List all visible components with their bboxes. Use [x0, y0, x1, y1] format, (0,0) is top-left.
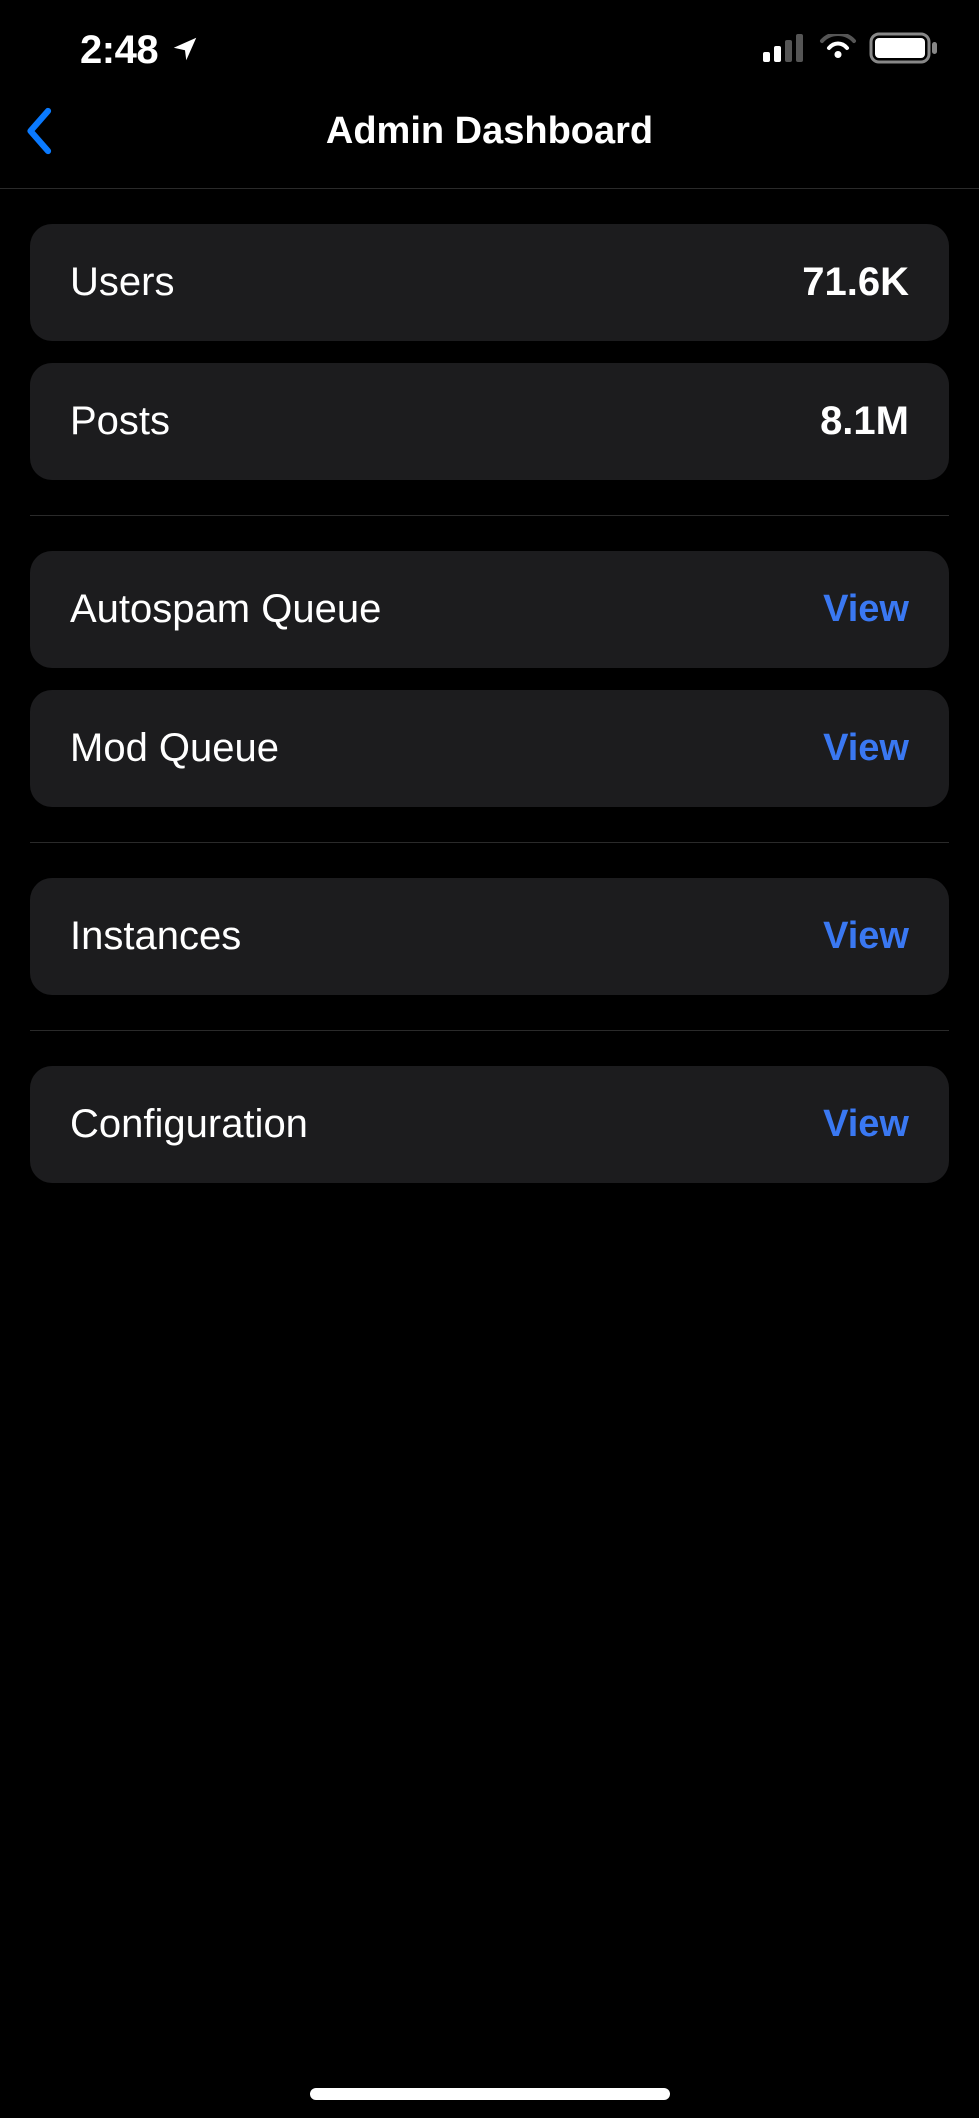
signal-icon — [763, 34, 807, 67]
instances-section: Instances View — [30, 878, 949, 1031]
posts-label: Posts — [70, 399, 170, 444]
status-time: 2:48 — [80, 28, 158, 73]
mod-queue-label: Mod Queue — [70, 726, 279, 771]
status-left: 2:48 — [80, 28, 202, 73]
home-indicator[interactable] — [310, 2088, 670, 2100]
location-icon — [170, 34, 202, 66]
mod-queue-view-button[interactable]: View — [823, 727, 909, 770]
configuration-card[interactable]: Configuration View — [30, 1066, 949, 1183]
status-bar: 2:48 — [0, 0, 979, 90]
instances-label: Instances — [70, 914, 241, 959]
config-section: Configuration View — [30, 1066, 949, 1183]
users-value: 71.6K — [802, 260, 909, 305]
mod-queue-card[interactable]: Mod Queue View — [30, 690, 949, 807]
instances-view-button[interactable]: View — [823, 915, 909, 958]
queues-section: Autospam Queue View Mod Queue View — [30, 551, 949, 843]
page-title: Admin Dashboard — [326, 110, 653, 153]
autospam-queue-card[interactable]: Autospam Queue View — [30, 551, 949, 668]
instances-card[interactable]: Instances View — [30, 878, 949, 995]
nav-bar: Admin Dashboard — [0, 90, 979, 189]
posts-value: 8.1M — [820, 399, 909, 444]
back-button[interactable] — [20, 106, 56, 161]
users-card[interactable]: Users 71.6K — [30, 224, 949, 341]
content: Users 71.6K Posts 8.1M Autospam Queue Vi… — [0, 189, 979, 1183]
status-right — [763, 32, 939, 69]
autospam-queue-view-button[interactable]: View — [823, 588, 909, 631]
configuration-view-button[interactable]: View — [823, 1103, 909, 1146]
configuration-label: Configuration — [70, 1102, 308, 1147]
posts-card[interactable]: Posts 8.1M — [30, 363, 949, 480]
wifi-icon — [819, 34, 857, 67]
battery-icon — [869, 32, 939, 69]
users-label: Users — [70, 260, 174, 305]
autospam-queue-label: Autospam Queue — [70, 587, 381, 632]
stats-section: Users 71.6K Posts 8.1M — [30, 224, 949, 516]
